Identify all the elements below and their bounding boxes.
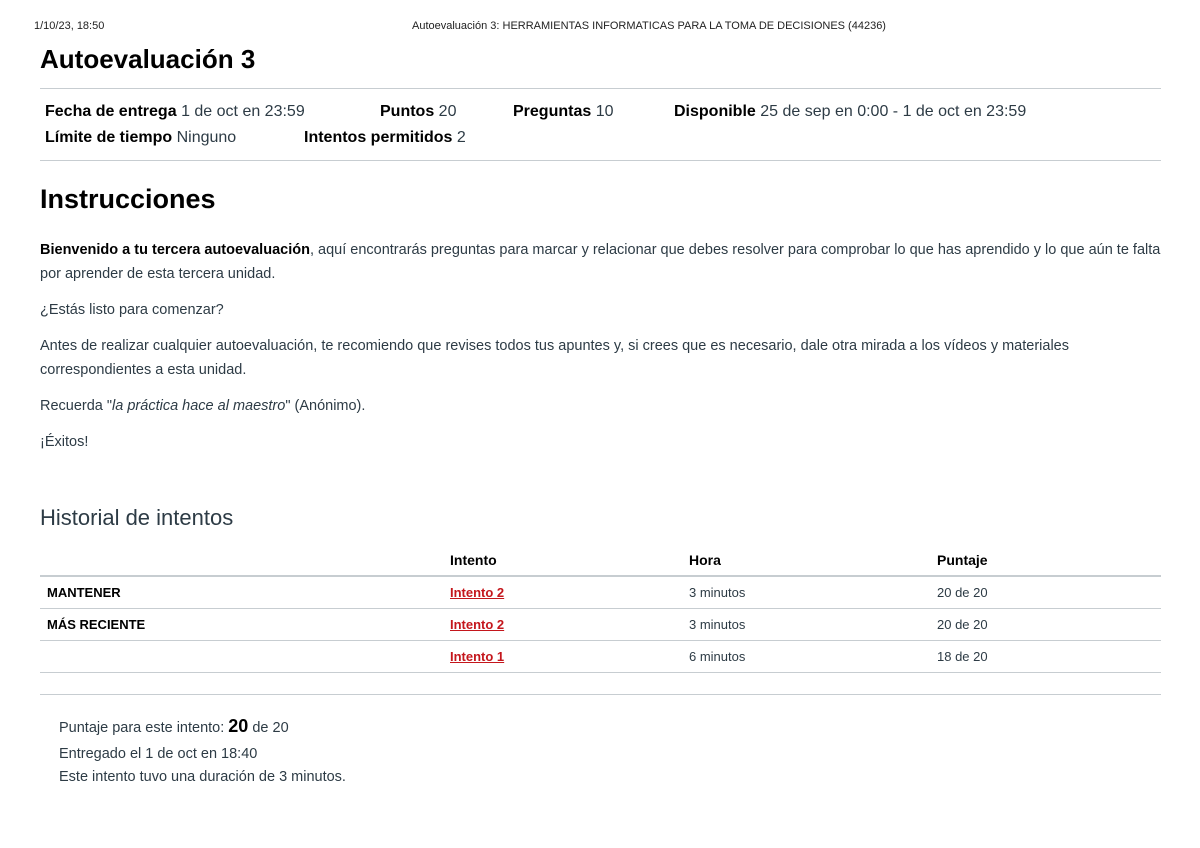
attempt-cell: Intento 1 — [443, 640, 682, 673]
attempts-allowed-detail: Intentos permitidos 2 — [304, 129, 466, 147]
instructions-heading: Instrucciones — [40, 184, 216, 214]
time-cell: 6 minutos — [682, 640, 930, 673]
instructions-paragraph-welcome: Bienvenido a tu tercera autoevaluación, … — [40, 238, 1161, 286]
time-limit-label: Límite de tiempo — [45, 129, 173, 146]
score-cell: 18 de 20 — [930, 640, 1161, 673]
score-prefix: Puntaje para este intento: — [59, 720, 225, 736]
duration-text: Este intento tuvo una duración de 3 minu… — [59, 769, 346, 785]
table-header-row: Intento Hora Puntaje — [40, 545, 1161, 577]
quiz-title: Autoevaluación 3 — [40, 44, 256, 74]
quote-italic: la práctica hace al maestro — [112, 398, 286, 414]
quote-prefix: Recuerda " — [40, 398, 113, 414]
points-value: 20 — [438, 103, 457, 120]
submitted-text: Entregado el 1 de oct en 18:40 — [59, 746, 258, 762]
score-value: 20 — [228, 716, 249, 736]
questions-label: Preguntas — [513, 103, 592, 120]
column-header-label — [40, 545, 443, 577]
title-divider — [40, 88, 1161, 89]
attempt-cell: Intento 2 — [443, 576, 682, 609]
print-date: 1/10/23, 18:50 — [34, 20, 105, 32]
summary-divider — [40, 694, 1161, 695]
time-cell: 3 minutos — [682, 576, 930, 609]
time-cell: 3 minutos — [682, 608, 930, 641]
row-label: MANTENER — [40, 576, 443, 609]
attempt-link[interactable]: Intento 2 — [450, 617, 504, 632]
attempts-allowed-label: Intentos permitidos — [304, 129, 453, 146]
attempt-score: Puntaje para este intento: 20 de 20 — [59, 716, 289, 737]
points-label: Puntos — [380, 103, 435, 120]
score-cell: 20 de 20 — [930, 608, 1161, 641]
table-row: MÁS RECIENTE Intento 2 3 minutos 20 de 2… — [40, 608, 1161, 641]
column-header-score: Puntaje — [930, 545, 1161, 577]
available-value: 25 de sep en 0:00 - 1 de oct en 23:59 — [760, 103, 1027, 120]
instructions-paragraph-ready: ¿Estás listo para comenzar? — [40, 302, 224, 318]
row-label: MÁS RECIENTE — [40, 608, 443, 641]
due-value: 1 de oct en 23:59 — [181, 103, 305, 120]
points-detail: Puntos 20 — [380, 103, 456, 121]
attempt-link[interactable]: Intento 2 — [450, 585, 504, 600]
table-row: MANTENER Intento 2 3 minutos 20 de 20 — [40, 576, 1161, 609]
due-label: Fecha de entrega — [45, 103, 177, 120]
welcome-bold-text: Bienvenido a tu tercera autoevaluación — [40, 242, 310, 258]
time-limit-detail: Límite de tiempo Ninguno — [45, 129, 236, 147]
quiz-details-row-1: Fecha de entrega 1 de oct en 23:59 — [45, 103, 305, 121]
attempt-link[interactable]: Intento 1 — [450, 649, 504, 664]
print-document-title: Autoevaluación 3: HERRAMIENTAS INFORMATI… — [412, 20, 886, 32]
time-limit-value: Ninguno — [176, 129, 237, 146]
attempt-history-heading: Historial de intentos — [40, 505, 234, 530]
score-suffix: de 20 — [252, 720, 289, 736]
attempt-history-table: Intento Hora Puntaje MANTENER Intento 2 … — [40, 545, 1161, 673]
instructions-paragraph-quote: Recuerda "la práctica hace al maestro" (… — [40, 394, 1161, 418]
attempt-cell: Intento 2 — [443, 608, 682, 641]
score-cell: 20 de 20 — [930, 576, 1161, 609]
available-label: Disponible — [674, 103, 756, 120]
questions-detail: Preguntas 10 — [513, 103, 614, 121]
column-header-time: Hora — [682, 545, 930, 577]
row-label — [40, 640, 443, 673]
details-divider — [40, 160, 1161, 161]
quote-suffix: " (Anónimo). — [285, 398, 366, 414]
attempts-allowed-value: 2 — [456, 129, 466, 146]
table-row: Intento 1 6 minutos 18 de 20 — [40, 640, 1161, 673]
instructions-paragraph-success: ¡Éxitos! — [40, 434, 89, 450]
questions-value: 10 — [595, 103, 614, 120]
instructions-paragraph-review: Antes de realizar cualquier autoevaluaci… — [40, 338, 1069, 378]
available-detail: Disponible 25 de sep en 0:00 - 1 de oct … — [674, 103, 1026, 121]
column-header-attempt: Intento — [443, 545, 682, 577]
